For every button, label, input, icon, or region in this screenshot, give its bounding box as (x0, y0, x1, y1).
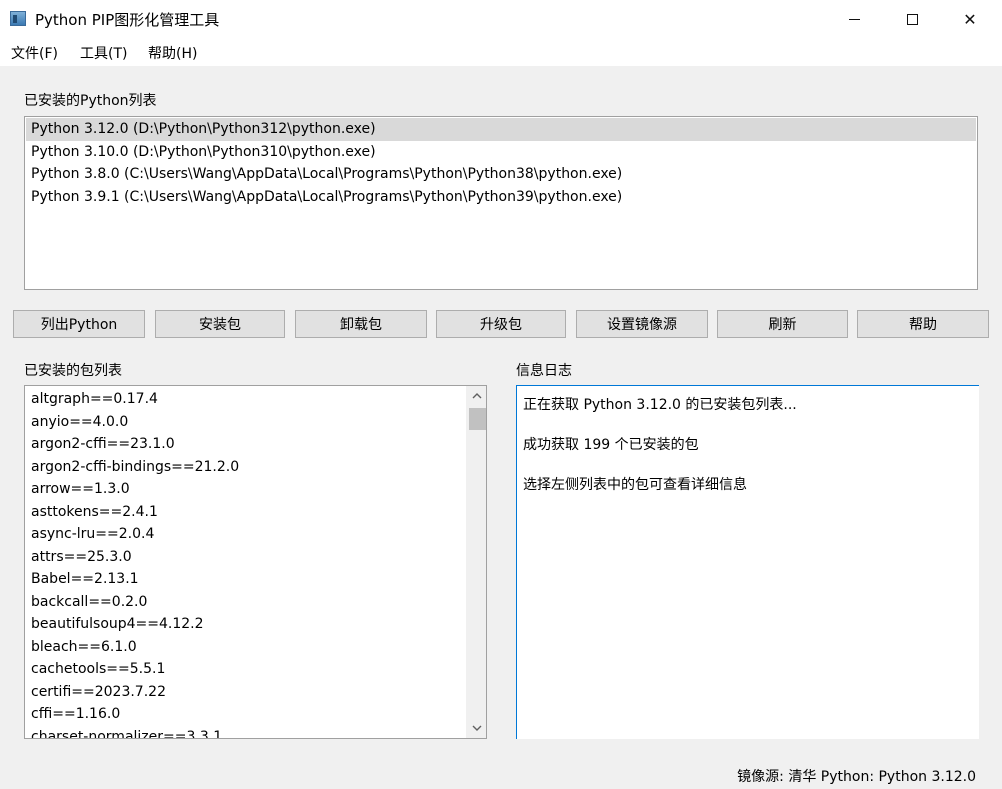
log-line: 选择左侧列表中的包可查看详细信息 (523, 477, 747, 493)
scroll-down-arrow-icon[interactable] (467, 718, 486, 738)
close-icon: ✕ (963, 9, 977, 29)
install-package-button[interactable]: 安装包 (155, 310, 285, 338)
list-item[interactable]: cffi==1.16.0 (26, 703, 120, 726)
maximize-button[interactable] (883, 0, 941, 38)
python-list-label: 已安装的Python列表 (24, 93, 157, 109)
list-item[interactable]: asttokens==2.4.1 (26, 501, 158, 524)
refresh-button[interactable]: 刷新 (717, 310, 848, 338)
list-python-button[interactable]: 列出Python (13, 310, 145, 338)
list-item[interactable]: anyio==4.0.0 (26, 411, 128, 434)
log-label: 信息日志 (516, 363, 572, 379)
list-item[interactable]: certifi==2023.7.22 (26, 681, 166, 704)
scroll-up-arrow-icon[interactable] (467, 386, 486, 406)
close-button[interactable]: ✕ (941, 0, 999, 38)
package-list[interactable]: altgraph==0.17.4 anyio==4.0.0 argon2-cff… (24, 385, 487, 739)
log-line: 成功获取 199 个已安装的包 (523, 437, 699, 453)
list-item[interactable]: backcall==0.2.0 (26, 591, 147, 614)
package-list-scrollbar[interactable] (466, 386, 486, 738)
list-item[interactable]: Babel==2.13.1 (26, 568, 139, 591)
list-item[interactable]: argon2-cffi==23.1.0 (26, 433, 175, 456)
list-item[interactable]: async-lru==2.0.4 (26, 523, 154, 546)
list-item[interactable]: bleach==6.1.0 (26, 636, 137, 659)
log-line: 正在获取 Python 3.12.0 的已安装包列表... (523, 397, 797, 413)
python-list-item[interactable]: Python 3.12.0 (D:\Python\Python312\pytho… (26, 118, 976, 141)
python-list-item[interactable]: Python 3.8.0 (C:\Users\Wang\AppData\Loca… (26, 163, 976, 186)
upgrade-package-button[interactable]: 升级包 (436, 310, 566, 338)
menu-bar: 文件(F) 工具(T) 帮助(H) (0, 38, 1002, 66)
package-list-label: 已安装的包列表 (24, 363, 122, 379)
set-mirror-button[interactable]: 设置镜像源 (576, 310, 708, 338)
python-list[interactable]: Python 3.12.0 (D:\Python\Python312\pytho… (24, 116, 978, 290)
list-item[interactable]: beautifulsoup4==4.12.2 (26, 613, 204, 636)
title-bar: Python PIP图形化管理工具 ✕ (0, 0, 1002, 38)
menu-tools[interactable]: 工具(T) (80, 43, 127, 63)
list-item[interactable]: argon2-cffi-bindings==21.2.0 (26, 456, 239, 479)
log-textarea[interactable]: 正在获取 Python 3.12.0 的已安装包列表... 成功获取 199 个… (516, 385, 979, 739)
maximize-icon (906, 13, 918, 25)
python-list-item[interactable]: Python 3.9.1 (C:\Users\Wang\AppData\Loca… (26, 186, 976, 209)
scroll-thumb[interactable] (469, 408, 486, 430)
list-item[interactable]: altgraph==0.17.4 (26, 388, 158, 411)
menu-file[interactable]: 文件(F) (11, 43, 58, 63)
help-button[interactable]: 帮助 (857, 310, 989, 338)
list-item[interactable]: cachetools==5.5.1 (26, 658, 165, 681)
list-item[interactable]: attrs==25.3.0 (26, 546, 132, 569)
python-list-item[interactable]: Python 3.10.0 (D:\Python\Python310\pytho… (26, 141, 976, 164)
list-item[interactable]: arrow==1.3.0 (26, 478, 130, 501)
minimize-icon (848, 18, 860, 20)
python-app-icon (10, 11, 26, 26)
minimize-button[interactable] (825, 0, 883, 38)
window-title: Python PIP图形化管理工具 (35, 11, 220, 29)
menu-help[interactable]: 帮助(H) (148, 43, 197, 63)
list-item[interactable]: charset-normalizer==3.3.1 (26, 726, 222, 739)
uninstall-package-button[interactable]: 卸载包 (295, 310, 427, 338)
status-bar-text: 镜像源: 清华 Python: Python 3.12.0 (737, 769, 976, 785)
